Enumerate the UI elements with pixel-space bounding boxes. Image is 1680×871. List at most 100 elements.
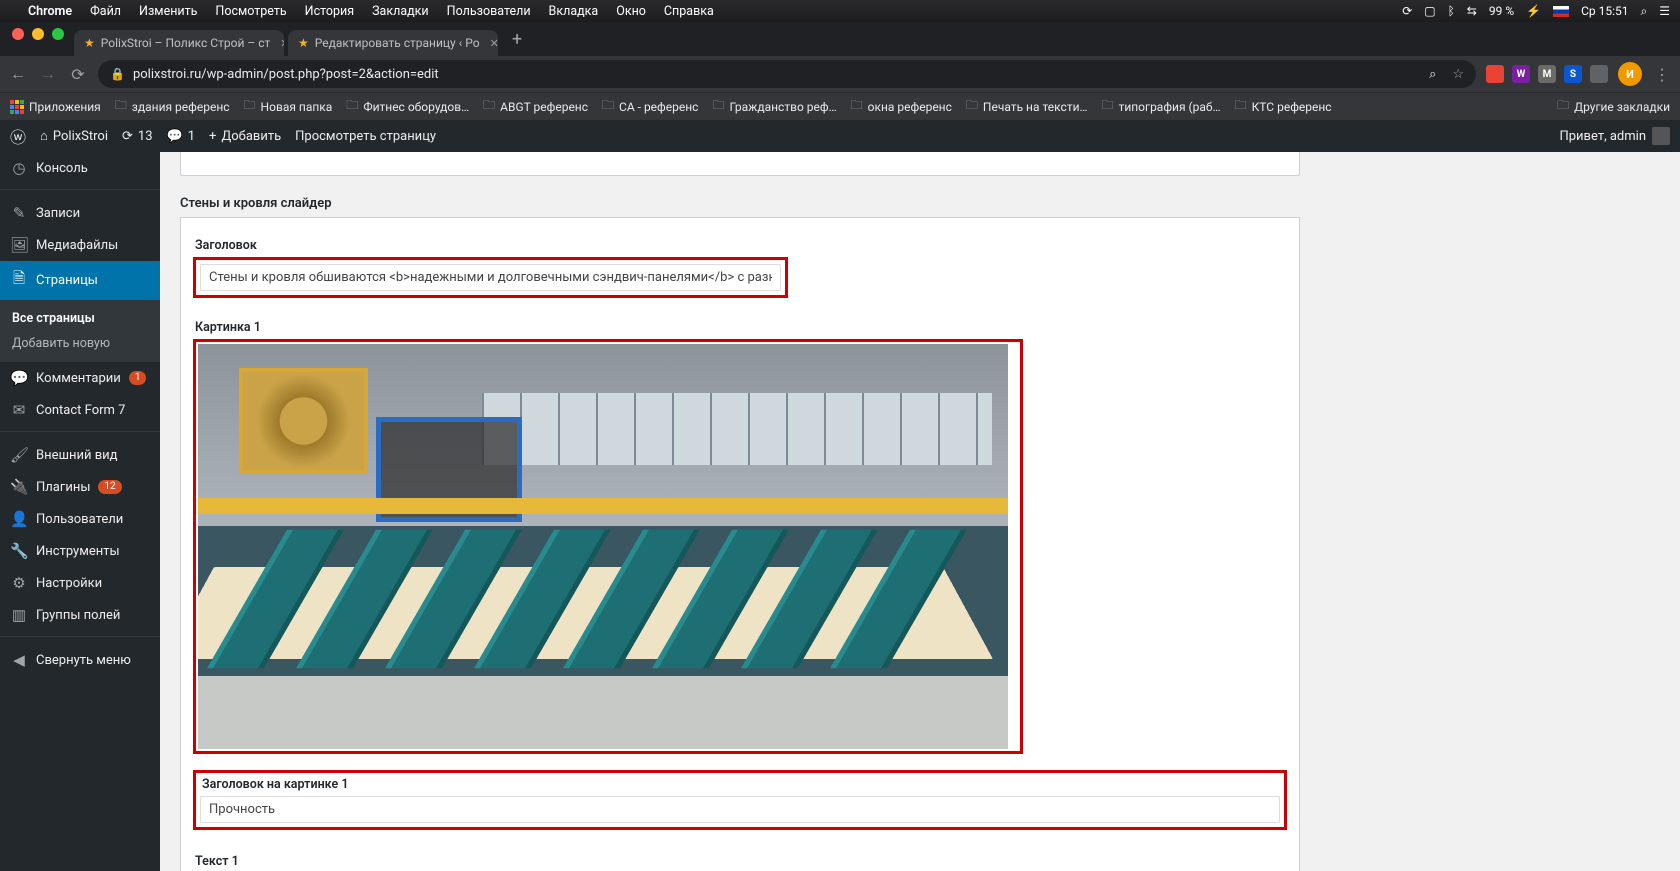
bookmark-folder[interactable]: 🗀КТС референс: [1235, 96, 1332, 117]
star-bookmark-icon[interactable]: ☆: [1452, 67, 1464, 82]
bookmark-folder[interactable]: 🗀ABGT референс: [483, 96, 588, 117]
pin-icon: ✎: [10, 204, 28, 222]
sidebar-item-plugins[interactable]: 🔌Плагины12: [0, 471, 160, 503]
menu-users[interactable]: Пользователи: [447, 4, 531, 19]
acf-image-preview[interactable]: [198, 344, 1008, 749]
address-bar[interactable]: 🔒 polixstroi.ru/wp-admin/post.php?post=2…: [98, 60, 1476, 88]
close-window-icon[interactable]: [12, 28, 24, 40]
bluetooth-icon[interactable]: ᛒ: [1448, 4, 1455, 18]
menubar-app-name[interactable]: Chrome: [28, 4, 72, 19]
add-new-link[interactable]: +Добавить: [209, 129, 281, 144]
bookmark-folder[interactable]: 🗀Новая папка: [244, 96, 333, 117]
wifi-icon[interactable]: ⇆: [1467, 4, 1477, 18]
forward-button[interactable]: →: [38, 64, 58, 84]
updates-link[interactable]: ⟳13: [122, 129, 153, 144]
sidebar-item-appearance[interactable]: 🖌Внешний вид: [0, 439, 160, 471]
search-in-page-icon[interactable]: ⌕: [1429, 67, 1436, 82]
sidebar-item-users[interactable]: 👤 Пользователи: [0, 503, 160, 535]
view-page-link[interactable]: Просмотреть страницу: [295, 129, 436, 144]
bookmark-folder[interactable]: 🗀окна референс: [851, 96, 952, 117]
sidebar-item-label: Пользователи: [36, 512, 123, 527]
folder-icon: 🗀: [483, 96, 495, 117]
site-name: PolixStroi: [53, 129, 108, 144]
wp-admin-bar: ⓦ ⌂PolixStroi ⟳13 💬1 +Добавить Просмотре…: [0, 120, 1680, 152]
page-icon: 🗎: [10, 268, 28, 293]
menu-help[interactable]: Справка: [664, 4, 714, 19]
extension-icon[interactable]: W: [1512, 65, 1530, 83]
bookmark-folder[interactable]: 🗀CA - референс: [602, 96, 698, 117]
sidebar-sub-add-page[interactable]: Добавить новую: [0, 331, 160, 356]
clock: Ср 15:51: [1581, 4, 1628, 18]
sidebar-item-tools[interactable]: 🔧Инструменты: [0, 535, 160, 567]
bookmark-folder[interactable]: 🗀Гражданство реф…: [712, 96, 836, 117]
menu-file[interactable]: Файл: [90, 4, 121, 19]
plugin-icon: 🔌: [10, 478, 28, 496]
browser-toolbar: ← → ⟳ 🔒 polixstroi.ru/wp-admin/post.php?…: [0, 56, 1680, 92]
browser-tab-1[interactable]: ★ PolixStroi – Поликс Строй – ст ✕: [74, 30, 284, 56]
bookmark-folder[interactable]: 🗀Печать на тексти…: [966, 96, 1088, 117]
sidebar-item-cf7[interactable]: ✉Contact Form 7: [0, 394, 160, 426]
other-bookmarks[interactable]: 🗀Другие закладки: [1557, 96, 1670, 117]
user-avatar-icon[interactable]: [1652, 127, 1670, 145]
menu-tab[interactable]: Вкладка: [549, 4, 599, 19]
menu-bookmarks[interactable]: Закладки: [372, 4, 429, 19]
airplay-icon[interactable]: ▢: [1424, 4, 1435, 18]
bookmark-folder[interactable]: 🗀Фитнес оборудов…: [346, 96, 469, 117]
extension-icon[interactable]: S: [1564, 65, 1582, 83]
acf-heading-input[interactable]: [200, 264, 781, 291]
menu-view[interactable]: Посмотреть: [215, 4, 286, 19]
comment-icon: 💬: [10, 369, 28, 387]
sidebar-item-label: Консоль: [36, 161, 88, 176]
extension-icon[interactable]: M: [1538, 65, 1556, 83]
menu-history[interactable]: История: [305, 4, 354, 19]
extension-icon[interactable]: [1486, 65, 1504, 83]
apps-shortcut[interactable]: Приложения: [10, 100, 101, 114]
sidebar-item-label: Комментарии: [36, 371, 121, 386]
comments-link[interactable]: 💬1: [167, 129, 196, 144]
greeting-text[interactable]: Привет, admin: [1559, 129, 1646, 144]
tab-close-icon[interactable]: ✕: [490, 37, 498, 50]
spotlight-icon[interactable]: ⌕: [1641, 4, 1648, 19]
sidebar-item-settings[interactable]: ⚙Настройки: [0, 567, 160, 599]
input-source-flag-icon[interactable]: [1553, 6, 1569, 17]
maximize-window-icon[interactable]: [52, 28, 64, 40]
bookmark-folder[interactable]: 🗀типография (раб…: [1102, 96, 1221, 117]
bookmarks-bar: Приложения 🗀здания референс 🗀Новая папка…: [0, 92, 1680, 120]
bookmark-label: Фитнес оборудов…: [363, 100, 469, 114]
sidebar-item-field-groups[interactable]: ▥Группы полей: [0, 599, 160, 631]
wp-content-area[interactable]: Стены и кровля слайдер Заголовок Картинк…: [160, 152, 1680, 871]
menu-edit[interactable]: Изменить: [139, 4, 197, 19]
site-link[interactable]: ⌂PolixStroi: [40, 128, 108, 144]
user-icon: 👤: [10, 510, 28, 528]
minimize-window-icon[interactable]: [32, 28, 44, 40]
fields-icon: ▥: [10, 606, 28, 624]
control-center-icon[interactable]: ☰: [1659, 4, 1670, 18]
favicon-icon: ★: [84, 36, 95, 50]
sidebar-item-posts[interactable]: ✎Записи: [0, 197, 160, 229]
sidebar-sub-all-pages[interactable]: Все страницы: [0, 306, 160, 331]
profile-avatar[interactable]: И: [1618, 62, 1642, 86]
menu-window[interactable]: Окно: [616, 4, 646, 19]
tab-close-icon[interactable]: ✕: [280, 37, 284, 50]
chrome-menu-icon[interactable]: ⋮: [1652, 65, 1672, 84]
macos-menubar: Chrome Файл Изменить Посмотреть История …: [0, 0, 1680, 22]
sidebar-item-media[interactable]: 🖼Медиафайлы: [0, 229, 160, 261]
acf-img-heading-input[interactable]: [200, 796, 1280, 823]
sidebar-item-pages[interactable]: 🗎Страницы: [0, 261, 160, 300]
sidebar-collapse[interactable]: ◀Свернуть меню: [0, 644, 160, 676]
annotation-highlight: Заголовок на картинке 1: [193, 770, 1287, 830]
extension-icon[interactable]: [1590, 65, 1608, 83]
new-tab-button[interactable]: +: [502, 29, 532, 56]
wp-logo-icon[interactable]: ⓦ: [10, 124, 26, 148]
reload-button[interactable]: ⟳: [68, 65, 88, 84]
bookmark-folder[interactable]: 🗀здания референс: [115, 96, 230, 117]
bookmark-label: Новая папка: [261, 100, 333, 114]
sidebar-item-label: Свернуть меню: [36, 653, 131, 668]
back-button[interactable]: ←: [8, 64, 28, 84]
acf-postbox: Заголовок Картинка 1: [180, 217, 1300, 871]
browser-tab-2[interactable]: ★ Редактировать страницу ‹ Po ✕: [288, 30, 498, 56]
sidebar-item-dashboard[interactable]: ◷Консоль: [0, 152, 160, 184]
plugins-badge: 12: [98, 480, 121, 494]
bookmark-label: здания референс: [132, 100, 230, 114]
sidebar-item-comments[interactable]: 💬Комментарии1: [0, 362, 160, 394]
